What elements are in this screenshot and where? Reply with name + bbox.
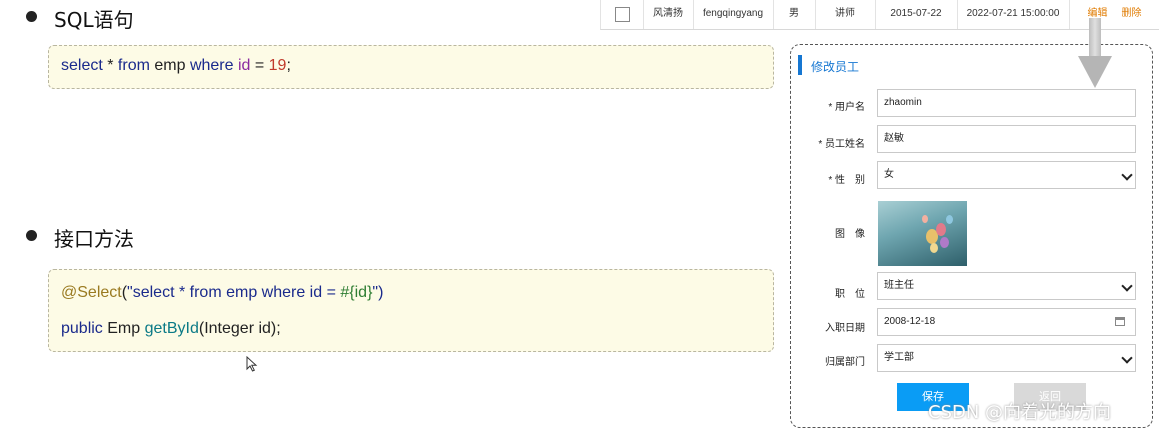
chevron-down-icon	[1121, 352, 1133, 364]
bullet-dot	[26, 11, 37, 22]
code-token: ")	[372, 284, 384, 301]
code-token: emp	[149, 57, 190, 74]
cell-job: 讲师	[815, 0, 876, 29]
employee-photo[interactable]	[878, 201, 967, 266]
chevron-down-icon	[1121, 280, 1133, 292]
name-label: * 员工姓名	[818, 139, 865, 150]
code-token: ;	[286, 57, 291, 74]
balloon-shape	[940, 237, 949, 248]
code-token: #{id}	[340, 284, 373, 301]
row-checkbox[interactable]	[615, 7, 630, 22]
gender-selected-value: 女	[884, 169, 894, 180]
balloon-shape	[930, 243, 938, 253]
actions-cell: 编辑 删除	[1069, 0, 1159, 29]
entry-date-label: 入职日期	[825, 323, 865, 334]
code-token: "select * from emp where id =	[127, 284, 341, 301]
code-token: where	[189, 57, 234, 74]
entry-date-value: 2008-12-18	[884, 316, 936, 327]
code-token: 19	[268, 57, 287, 74]
sql-code-box: select * from emp where id = 19;	[48, 45, 774, 89]
job-label: 职 位	[835, 289, 865, 300]
entry-date-picker[interactable]: 2008-12-18	[877, 308, 1136, 336]
job-select[interactable]: 班主任	[877, 272, 1136, 300]
sql-heading: SQL语句	[54, 8, 134, 32]
balloon-shape	[936, 223, 946, 236]
title-accent-bar	[798, 55, 802, 75]
checkbox-cell	[601, 0, 644, 29]
cell-entry-date: 2015-07-22	[875, 0, 958, 29]
cell-name: 风清扬	[643, 0, 694, 29]
code-token: from	[117, 57, 150, 74]
username-label: * 用户名	[828, 102, 865, 113]
code-token: select	[61, 57, 103, 74]
code-token: (Integer id);	[198, 320, 281, 337]
image-label: 图 像	[835, 229, 865, 240]
code-token: public	[61, 320, 103, 337]
api-code-line-2: public Emp getById(Integer id);	[61, 320, 281, 338]
code-token: getById	[144, 320, 199, 337]
api-code-box: @Select("select * from emp where id = #{…	[48, 269, 774, 352]
code-token: id	[233, 57, 251, 74]
edit-employee-dialog: 修改员工 * 用户名 zhaomin * 员工姓名 赵敏 * 性 别 女 图 像…	[790, 44, 1153, 428]
code-token: @Select	[61, 284, 122, 301]
dialog-title: 修改员工	[811, 60, 860, 74]
balloon-shape	[922, 215, 928, 223]
gender-label: * 性 别	[828, 175, 865, 186]
pointer-arrow-shaft	[1089, 18, 1101, 58]
dept-selected-value: 学工部	[884, 352, 914, 363]
name-input[interactable]: 赵敏	[877, 125, 1136, 153]
api-heading: 接口方法	[54, 227, 134, 251]
dept-select[interactable]: 学工部	[877, 344, 1136, 372]
down-arrow-icon	[1078, 56, 1112, 88]
cell-update-time: 2022-07-21 15:00:00	[957, 0, 1070, 29]
dept-label: 归属部门	[825, 357, 865, 368]
delete-link[interactable]: 删除	[1121, 8, 1141, 19]
cell-gender: 男	[773, 0, 816, 29]
balloon-shape	[946, 215, 953, 224]
cell-username: fengqingyang	[693, 0, 774, 29]
code-token: *	[102, 57, 118, 74]
job-selected-value: 班主任	[884, 280, 914, 291]
code-token: Emp	[102, 320, 145, 337]
watermark: CSDN @向着光的方向	[928, 402, 1112, 423]
employee-table-row: 风清扬 fengqingyang 男 讲师 2015-07-22 2022-07…	[600, 0, 1159, 30]
api-code-line-1: @Select("select * from emp where id = #{…	[61, 284, 383, 302]
calendar-icon[interactable]	[1115, 317, 1125, 326]
code-token: =	[250, 57, 269, 74]
username-input[interactable]: zhaomin	[877, 89, 1136, 117]
sql-code-line: select * from emp where id = 19;	[61, 57, 291, 75]
gender-select[interactable]: 女	[877, 161, 1136, 189]
chevron-down-icon	[1121, 169, 1133, 181]
bullet-dot	[26, 230, 37, 241]
mouse-cursor-icon	[246, 356, 258, 372]
